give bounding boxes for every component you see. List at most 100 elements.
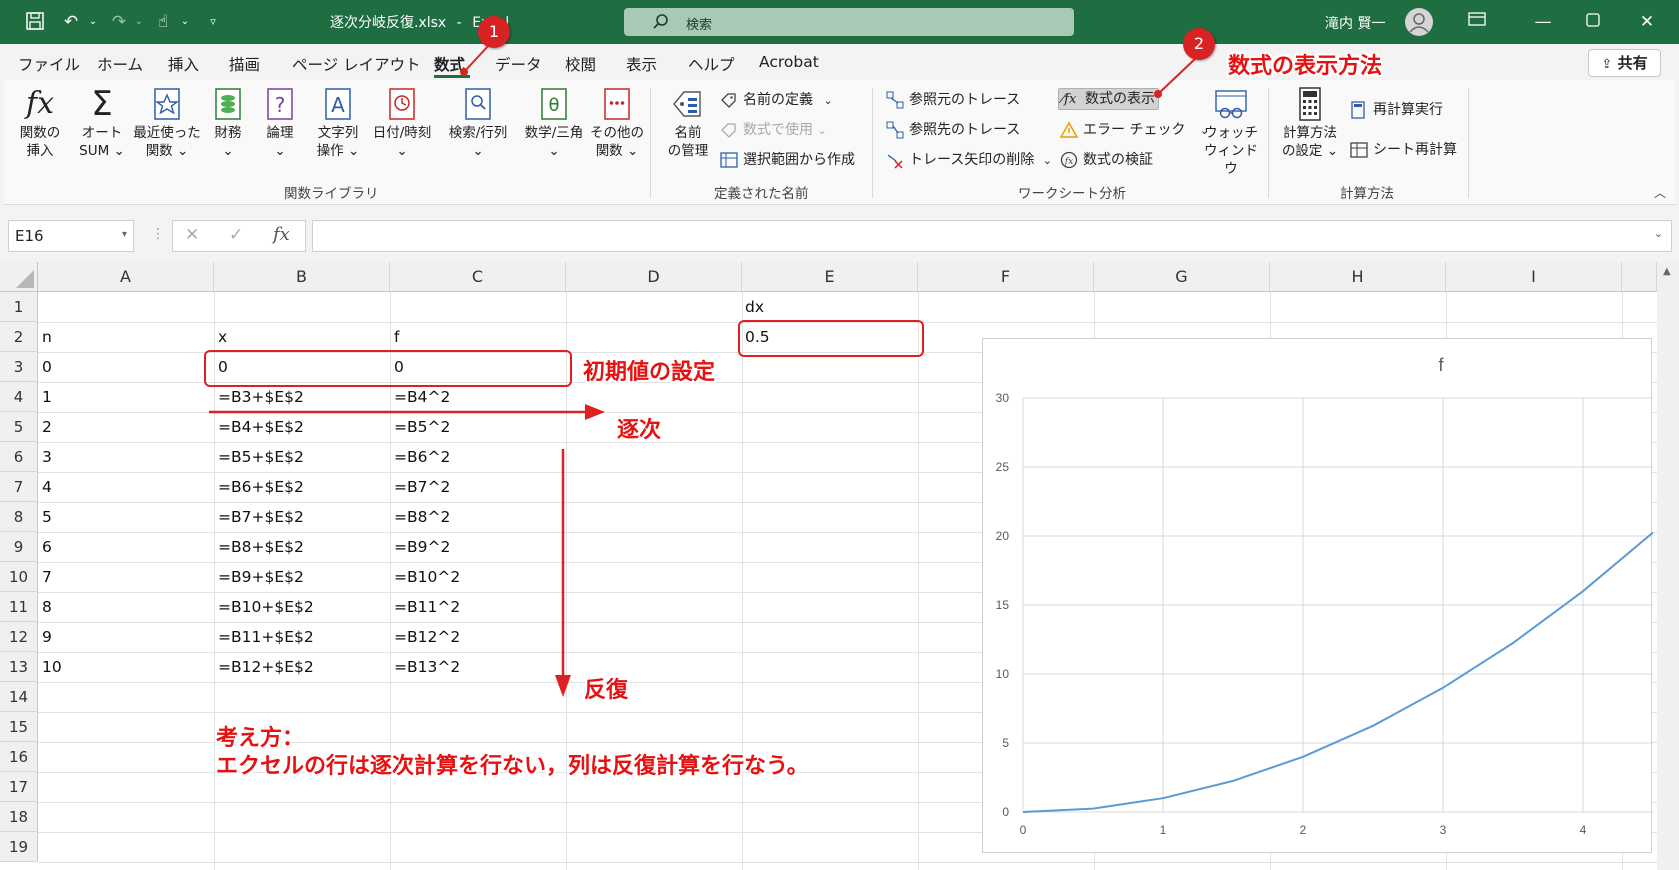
maximize-icon[interactable] xyxy=(1582,11,1604,33)
recently-used-button[interactable]: 最近使った 関数 ⌄ xyxy=(130,86,204,160)
tab-page-layout[interactable]: ページ レイアウト xyxy=(292,53,421,75)
column-header-I[interactable]: I xyxy=(1446,262,1622,292)
calculate-sheet-button[interactable]: シート再計算 xyxy=(1350,140,1457,160)
cell-A6[interactable]: 3 xyxy=(42,442,52,472)
logical-button[interactable]: ? 論理 ⌄ xyxy=(256,86,304,160)
tab-data[interactable]: データ xyxy=(495,53,542,75)
row-header[interactable]: 19 xyxy=(0,832,38,862)
tab-acrobat[interactable]: Acrobat xyxy=(759,53,819,71)
user-name[interactable]: 滝内 賢一 xyxy=(1325,13,1385,33)
row-header[interactable]: 15 xyxy=(0,712,38,742)
redo-dropdown-icon[interactable]: ⌄ xyxy=(128,11,150,33)
text-button[interactable]: A 文字列 操作 ⌄ xyxy=(310,86,366,160)
row-header[interactable]: 3 xyxy=(0,352,38,382)
row-header[interactable]: 16 xyxy=(0,742,38,772)
date-time-button[interactable]: 日付/時刻 ⌄ xyxy=(366,86,438,160)
cell-A9[interactable]: 6 xyxy=(42,532,52,562)
minimize-icon[interactable]: — xyxy=(1532,11,1554,33)
undo-icon[interactable]: ↶ xyxy=(60,11,82,33)
tab-file[interactable]: ファイル xyxy=(18,53,80,75)
trace-precedents-button[interactable]: 参照元のトレース xyxy=(886,90,1020,110)
financial-button[interactable]: 財務 ⌄ xyxy=(204,86,252,160)
expand-formula-bar-icon[interactable]: ⌄ xyxy=(1654,227,1663,240)
select-all-corner[interactable] xyxy=(0,262,38,292)
ribbon-display-options-icon[interactable] xyxy=(1466,11,1488,33)
column-header-E[interactable]: E xyxy=(742,262,918,292)
row-header[interactable]: 1 xyxy=(0,292,38,322)
undo-dropdown-icon[interactable]: ⌄ xyxy=(82,11,104,33)
cell-C10[interactable]: =B10^2 xyxy=(394,562,460,592)
column-header-H[interactable]: H xyxy=(1270,262,1446,292)
cell-C8[interactable]: =B8^2 xyxy=(394,502,450,532)
column-header-D[interactable]: D xyxy=(566,262,742,292)
row-header[interactable]: 17 xyxy=(0,772,38,802)
cell-A10[interactable]: 7 xyxy=(42,562,52,592)
row-header[interactable]: 10 xyxy=(0,562,38,592)
share-button[interactable]: ⇪ 共有 xyxy=(1588,49,1661,77)
more-functions-button[interactable]: その他の 関数 ⌄ xyxy=(588,86,646,160)
lookup-reference-button[interactable]: 検索/行列 ⌄ xyxy=(438,86,518,160)
cell-A7[interactable]: 4 xyxy=(42,472,52,502)
row-header[interactable]: 18 xyxy=(0,802,38,832)
formula-input[interactable]: ⌄ xyxy=(312,220,1672,252)
cell-A4[interactable]: 1 xyxy=(42,382,52,412)
redo-icon[interactable]: ↷ xyxy=(108,11,130,33)
customize-quick-access-icon[interactable]: ▿ xyxy=(202,11,224,33)
cell-B10[interactable]: =B9+$E$2 xyxy=(218,562,304,592)
cell-B6[interactable]: =B5+$E$2 xyxy=(218,442,304,472)
search-input[interactable]: 検索 xyxy=(624,8,1074,36)
cell-B7[interactable]: =B6+$E$2 xyxy=(218,472,304,502)
collapse-ribbon-icon[interactable]: ︿ xyxy=(1654,184,1666,201)
define-name-button[interactable]: 名前の定義 ⌄ xyxy=(720,90,833,111)
cell-B13[interactable]: =B12+$E$2 xyxy=(218,652,314,682)
save-icon[interactable] xyxy=(24,11,46,33)
trace-dependents-button[interactable]: 参照先のトレース xyxy=(886,120,1020,140)
cell-E1[interactable]: dx xyxy=(745,292,764,322)
insert-function-button[interactable]: fx 関数の 挿入 xyxy=(12,86,68,160)
cell-A11[interactable]: 8 xyxy=(42,592,52,622)
touch-dropdown-icon[interactable]: ⌄ xyxy=(174,11,196,33)
tab-home[interactable]: ホーム xyxy=(97,53,143,75)
row-header[interactable]: 7 xyxy=(0,472,38,502)
column-header-G[interactable]: G xyxy=(1094,262,1270,292)
error-checking-button[interactable]: エラー チェック ⌄ xyxy=(1059,120,1209,141)
cell-A2[interactable]: n xyxy=(42,322,52,352)
autosum-button[interactable]: Σ オート SUM ⌄ xyxy=(74,86,130,160)
cell-A5[interactable]: 2 xyxy=(42,412,52,442)
scroll-up-icon[interactable]: ▲ xyxy=(1663,266,1671,277)
chart[interactable]: f 0 5 10 15 20 25 30 0 1 2 3 4 xyxy=(982,338,1654,853)
row-header[interactable]: 12 xyxy=(0,622,38,652)
cell-A13[interactable]: 10 xyxy=(42,652,62,682)
remove-arrows-button[interactable]: トレース矢印の削除 ⌄ xyxy=(886,150,1052,171)
avatar[interactable] xyxy=(1405,8,1433,36)
name-manager-button[interactable]: 名前 の管理 xyxy=(660,86,716,160)
insert-function-icon[interactable]: fx xyxy=(273,224,290,245)
calculate-now-button[interactable]: 再計算実行 xyxy=(1350,100,1443,120)
column-header-F[interactable]: F xyxy=(918,262,1094,292)
cell-B12[interactable]: =B11+$E$2 xyxy=(218,622,314,652)
cell-C12[interactable]: =B12^2 xyxy=(394,622,460,652)
close-icon[interactable]: ✕ xyxy=(1636,11,1658,33)
row-header[interactable]: 9 xyxy=(0,532,38,562)
cell-C7[interactable]: =B7^2 xyxy=(394,472,450,502)
row-header[interactable]: 8 xyxy=(0,502,38,532)
create-from-selection-button[interactable]: 選択範囲から作成 xyxy=(720,150,855,170)
name-box-dropdown-icon[interactable]: ▾ xyxy=(122,229,127,240)
use-in-formula-button[interactable]: 数式で使用 ⌄ xyxy=(720,120,827,141)
row-header[interactable]: 4 xyxy=(0,382,38,412)
cell-B8[interactable]: =B7+$E$2 xyxy=(218,502,304,532)
cell-C11[interactable]: =B11^2 xyxy=(394,592,460,622)
vertical-scrollbar[interactable]: ▲ xyxy=(1657,262,1679,870)
cell-C2[interactable]: f xyxy=(394,322,399,352)
cell-C6[interactable]: =B6^2 xyxy=(394,442,450,472)
tab-review[interactable]: 校閲 xyxy=(565,53,596,75)
tab-help[interactable]: ヘルプ xyxy=(688,53,735,75)
row-header[interactable]: 13 xyxy=(0,652,38,682)
column-header-B[interactable]: B xyxy=(214,262,390,292)
enter-icon[interactable]: ✓ xyxy=(229,225,243,245)
calculation-options-button[interactable]: 計算方法 の設定 ⌄ xyxy=(1276,86,1344,160)
column-header-C[interactable]: C xyxy=(390,262,566,292)
cell-B2[interactable]: x xyxy=(218,322,227,352)
column-header-A[interactable]: A xyxy=(38,262,214,292)
row-header[interactable]: 5 xyxy=(0,412,38,442)
